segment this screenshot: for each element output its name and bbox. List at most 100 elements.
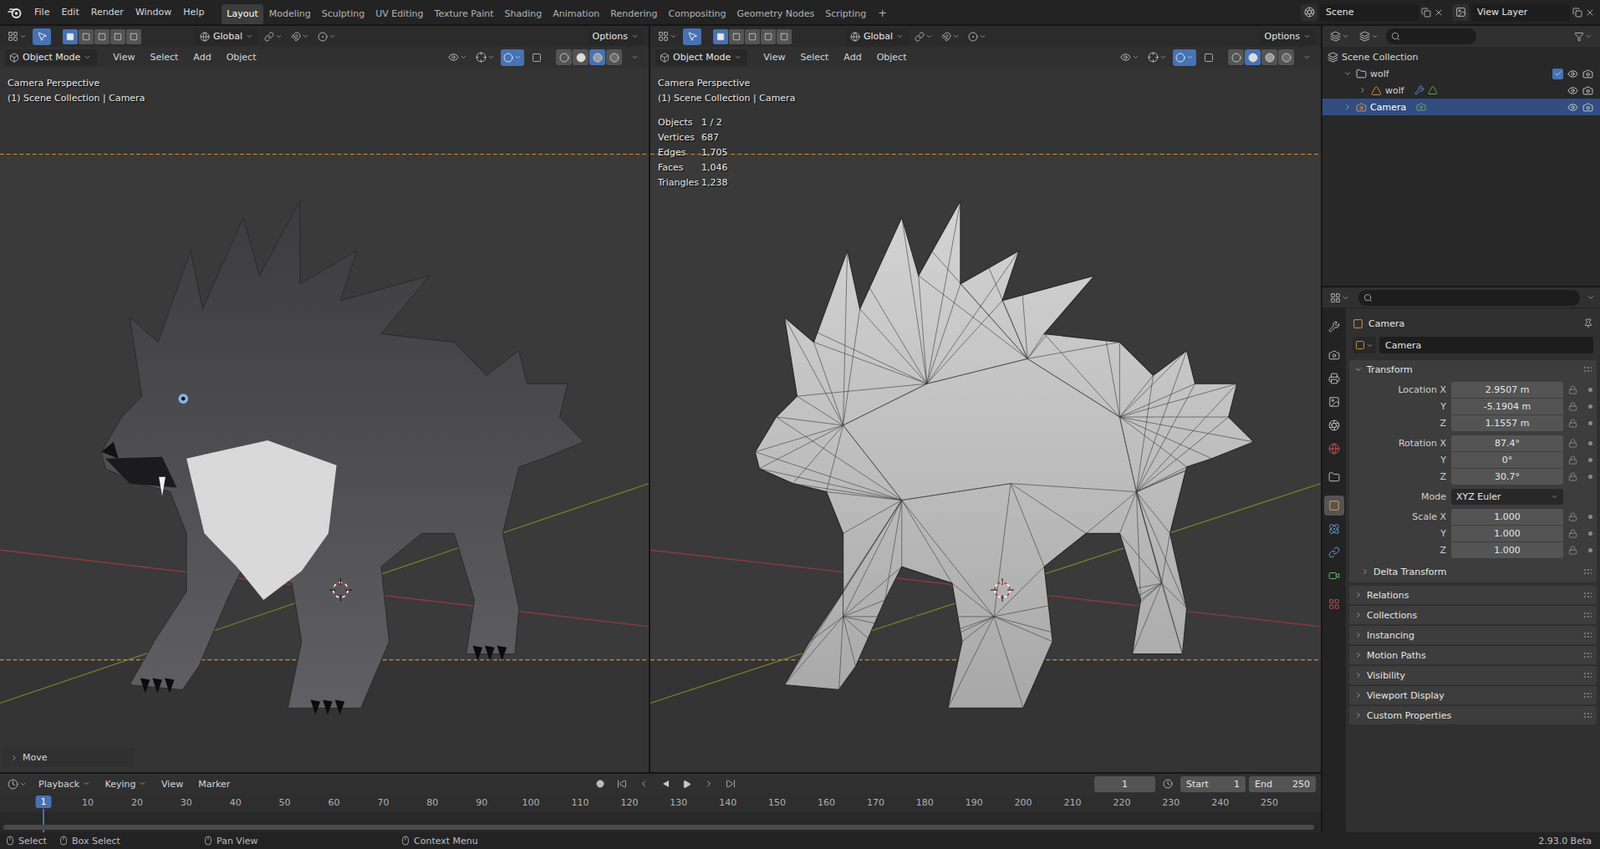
number-field[interactable]: 1.000 bbox=[1451, 525, 1564, 542]
lock-icon[interactable] bbox=[1568, 455, 1578, 465]
scene-field[interactable]: Scene bbox=[1319, 4, 1419, 21]
expander[interactable] bbox=[1342, 69, 1353, 78]
jump-start-button[interactable] bbox=[612, 775, 632, 793]
viewport-menu[interactable]: Add bbox=[837, 49, 867, 66]
select-mode-button[interactable] bbox=[94, 29, 110, 45]
chevron-right-icon[interactable] bbox=[1358, 86, 1367, 95]
menu-item[interactable]: Render bbox=[85, 4, 130, 21]
lock-icon[interactable] bbox=[1568, 438, 1578, 449]
start-frame-field[interactable]: Start1 bbox=[1180, 776, 1246, 793]
properties-tab[interactable] bbox=[1324, 392, 1345, 413]
display-mode-button[interactable] bbox=[1356, 28, 1381, 46]
workspace-tab[interactable]: Texture Paint bbox=[429, 4, 500, 25]
properties-tab[interactable] bbox=[1324, 415, 1345, 436]
select-mode-button[interactable] bbox=[126, 29, 142, 45]
view-layer-field[interactable]: View Layer bbox=[1471, 4, 1570, 21]
shading-options-button[interactable] bbox=[625, 49, 644, 67]
lock-icon[interactable] bbox=[1568, 402, 1578, 412]
blender-menu[interactable] bbox=[5, 3, 26, 22]
viewport-scene[interactable] bbox=[0, 67, 649, 773]
drag-handle[interactable] bbox=[1583, 591, 1592, 599]
outliner-label[interactable]: Scene Collection bbox=[1341, 51, 1418, 63]
pivot-button[interactable] bbox=[912, 28, 936, 46]
workspace-tab[interactable]: Animation bbox=[547, 4, 605, 25]
expander[interactable] bbox=[1342, 102, 1353, 112]
viewport-canvas[interactable]: Camera Perspective(1) Scene Collection |… bbox=[650, 67, 1321, 773]
outliner-row[interactable]: wolf bbox=[1322, 65, 1600, 82]
next-keyframe-button[interactable] bbox=[699, 775, 719, 793]
outliner-row[interactable]: Scene Collection bbox=[1322, 48, 1600, 66]
outliner-label[interactable]: wolf bbox=[1385, 85, 1405, 97]
properties-tab[interactable] bbox=[1324, 467, 1345, 488]
expander[interactable] bbox=[1357, 86, 1368, 95]
mode-dropdown[interactable]: Object Mode bbox=[5, 49, 97, 67]
visibility-button[interactable] bbox=[1117, 49, 1142, 67]
proportional-edit-button[interactable] bbox=[965, 28, 989, 46]
editor-type-button[interactable] bbox=[1327, 28, 1352, 46]
menu-item[interactable]: Help bbox=[177, 4, 210, 21]
properties-tab[interactable] bbox=[1324, 345, 1345, 366]
current-frame-field[interactable]: 1 bbox=[1094, 776, 1156, 793]
object-browse-button[interactable] bbox=[1352, 336, 1376, 354]
number-field[interactable]: 1.000 bbox=[1451, 509, 1564, 525]
properties-tab[interactable] bbox=[1324, 519, 1345, 540]
drag-handle[interactable] bbox=[1583, 366, 1592, 373]
keyframe-decorator[interactable] bbox=[1588, 531, 1593, 536]
viewport-menu[interactable]: Select bbox=[794, 49, 835, 66]
menu-item[interactable]: Window bbox=[129, 4, 178, 21]
filter-button[interactable] bbox=[1571, 28, 1595, 46]
orientation-dropdown[interactable]: Global bbox=[194, 28, 259, 46]
properties-search[interactable] bbox=[1358, 290, 1580, 306]
wolf-model[interactable] bbox=[754, 200, 1254, 709]
keyframe-decorator[interactable] bbox=[1588, 404, 1593, 409]
menu-item[interactable]: Edit bbox=[55, 4, 85, 21]
select-mode-button[interactable] bbox=[760, 29, 776, 45]
mode-dropdown[interactable]: Object Mode bbox=[655, 49, 748, 67]
chevron-down-icon[interactable] bbox=[1343, 69, 1352, 78]
prev-keyframe-button[interactable] bbox=[634, 775, 653, 793]
overlays-button[interactable] bbox=[1172, 49, 1197, 67]
panel-header[interactable]: Transform bbox=[1349, 360, 1597, 379]
eye-icon[interactable] bbox=[1567, 68, 1579, 80]
select-mode-button[interactable] bbox=[78, 29, 94, 45]
options-dropdown[interactable]: Options bbox=[1259, 28, 1316, 46]
number-field[interactable]: 0° bbox=[1451, 452, 1564, 469]
frame-ruler[interactable]: 1020304050607080901001101201301401501601… bbox=[0, 794, 1321, 813]
panel-header[interactable]: Visibility bbox=[1349, 666, 1597, 685]
timeline-menu[interactable]: Keying bbox=[99, 776, 153, 793]
select-mode-button[interactable] bbox=[713, 29, 729, 45]
copy-icon[interactable] bbox=[1421, 7, 1432, 18]
workspace-tab[interactable]: Sculpting bbox=[316, 4, 370, 25]
drag-handle[interactable] bbox=[1583, 611, 1592, 619]
select-tool-button[interactable] bbox=[32, 28, 51, 46]
lock-icon[interactable] bbox=[1568, 385, 1578, 395]
select-mode-button[interactable] bbox=[62, 29, 78, 45]
viewport-scene[interactable] bbox=[650, 67, 1321, 773]
auto-key-button[interactable] bbox=[591, 775, 610, 793]
number-field[interactable]: 30.7° bbox=[1451, 468, 1564, 485]
shading-button[interactable] bbox=[1228, 49, 1244, 66]
workspace-tab[interactable]: Rendering bbox=[605, 4, 663, 25]
proportional-edit-button[interactable] bbox=[315, 28, 339, 46]
keyframe-decorator[interactable] bbox=[1588, 387, 1593, 393]
number-field[interactable]: 1.1557 m bbox=[1451, 415, 1564, 432]
select-mode-button[interactable] bbox=[728, 29, 744, 45]
shading-options-button[interactable] bbox=[1297, 49, 1316, 67]
lock-icon[interactable] bbox=[1568, 418, 1578, 429]
drag-handle[interactable] bbox=[1583, 692, 1592, 699]
outliner-label[interactable]: wolf bbox=[1370, 68, 1390, 80]
exclude-checkbox[interactable] bbox=[1552, 68, 1564, 80]
menu-item[interactable]: File bbox=[28, 4, 56, 21]
shading-button[interactable] bbox=[1244, 49, 1261, 66]
close-icon[interactable] bbox=[1433, 7, 1444, 18]
outliner-row[interactable]: Camera bbox=[1322, 98, 1600, 116]
editor-type-button[interactable] bbox=[5, 28, 30, 46]
select-mode-button[interactable] bbox=[110, 29, 126, 45]
editor-type-button[interactable] bbox=[655, 28, 680, 46]
viewport-menu[interactable]: View bbox=[757, 49, 791, 66]
snap-button[interactable] bbox=[938, 28, 963, 46]
workspace-tab[interactable]: Compositing bbox=[663, 4, 732, 25]
chevron-right-icon[interactable] bbox=[1343, 102, 1352, 112]
editor-type-button[interactable] bbox=[5, 775, 30, 793]
view-layer-browse-button[interactable] bbox=[1452, 4, 1469, 21]
